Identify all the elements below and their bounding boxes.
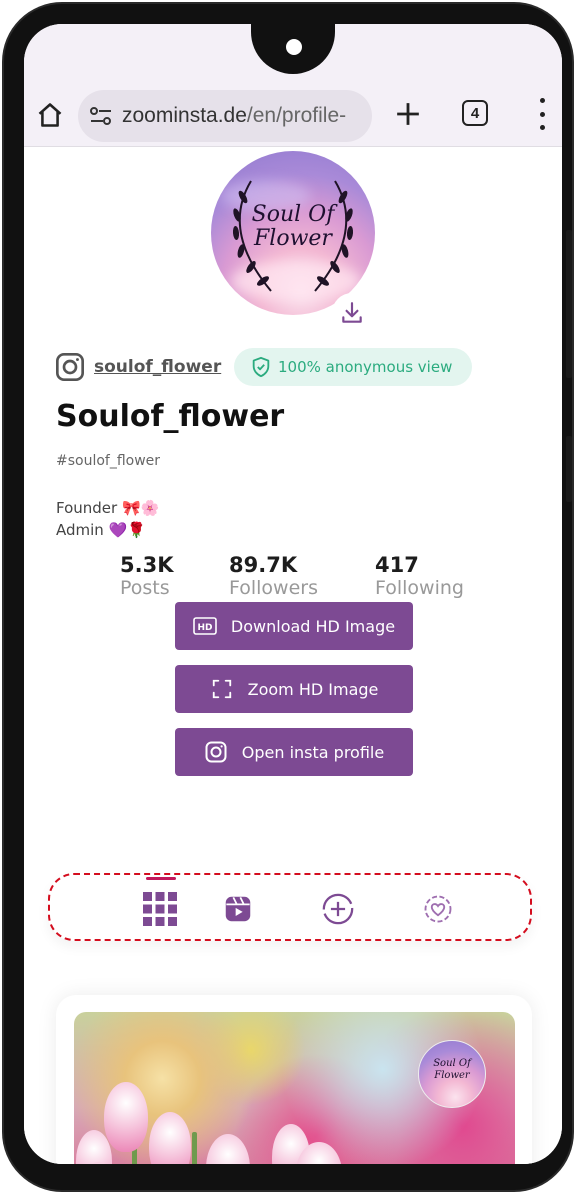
anonymous-view-text: 100% anonymous view	[278, 358, 453, 376]
page-content: Soul Of Flower soulof_flower 100% anonym…	[24, 147, 562, 1164]
tab-tagged[interactable]	[420, 891, 456, 927]
plus-icon	[397, 103, 419, 125]
avatar-logo-text: Soul Of Flower	[251, 202, 335, 251]
download-hd-image-button[interactable]: HD Download HD Image	[175, 602, 413, 650]
address-bar[interactable]: zoominsta.de/en/profile-	[78, 90, 372, 142]
username-row: soulof_flower	[54, 347, 221, 387]
tab-add[interactable]	[320, 891, 356, 927]
tab-posts-grid[interactable]	[142, 891, 178, 927]
browser-toolbar: zoominsta.de/en/profile- 4	[24, 84, 562, 147]
reels-icon	[225, 896, 251, 922]
stat-followers-value: 89.7K	[229, 553, 298, 577]
bio-line-1: Founder 🎀🌸	[56, 499, 160, 517]
url-domain: zoominsta.de	[122, 104, 247, 127]
post-author-avatar[interactable]: Soul Of Flower	[418, 1040, 486, 1108]
add-circle-icon	[322, 893, 354, 925]
profile-hashtag: #soulof_flower	[56, 453, 161, 469]
instagram-icon	[205, 741, 227, 763]
post-avatar-logo-text: Soul Of Flower	[433, 1058, 471, 1081]
zoom-hd-image-label: Zoom HD Image	[247, 679, 379, 699]
more-menu-icon[interactable]	[532, 98, 552, 130]
download-icon	[342, 302, 362, 323]
expand-icon	[212, 679, 231, 699]
zoom-hd-image-button[interactable]: Zoom HD Image	[175, 665, 413, 713]
home-icon	[38, 103, 62, 127]
profile-display-name: Soulof_flower	[56, 399, 285, 434]
url-text[interactable]: zoominsta.de/en/profile-	[122, 104, 372, 128]
tab-switcher-button[interactable]: 4	[462, 100, 488, 126]
stat-following-label: Following	[375, 577, 464, 599]
stat-posts-label: Posts	[120, 577, 170, 599]
instagram-icon	[56, 353, 84, 381]
svg-text:HD: HD	[197, 623, 212, 633]
avatar-download-button[interactable]	[332, 293, 372, 333]
screen: zoominsta.de/en/profile- 4 Soul Of Flowe…	[24, 24, 562, 1164]
tab-reels[interactable]	[220, 891, 256, 927]
stat-followers: 89.7K Followers	[229, 553, 318, 599]
download-hd-image-label: Download HD Image	[230, 616, 396, 636]
stat-following-value: 417	[375, 553, 419, 577]
open-insta-profile-button[interactable]: Open insta profile	[175, 728, 413, 776]
site-settings-icon[interactable]	[88, 103, 114, 129]
profile-avatar[interactable]: Soul Of Flower	[211, 151, 375, 315]
content-tab-bar	[48, 873, 532, 941]
profile-stats: 5.3K Posts 89.7K Followers 417 Following	[120, 553, 480, 603]
bio-line-2: Admin 💜🌹	[56, 521, 146, 539]
active-tab-indicator	[146, 877, 176, 880]
url-path: /en/profile-	[246, 104, 347, 127]
shield-check-icon	[252, 356, 270, 378]
phone-frame: zoominsta.de/en/profile- 4 Soul Of Flowe…	[4, 4, 572, 1190]
hd-icon: HD	[193, 617, 217, 635]
front-camera	[283, 36, 305, 58]
heart-circle-icon	[424, 895, 452, 923]
stat-posts-value: 5.3K	[120, 553, 174, 577]
anonymous-view-badge: 100% anonymous view	[234, 348, 472, 386]
stat-following: 417 Following	[375, 553, 464, 599]
volume-button	[566, 230, 572, 378]
stat-posts: 5.3K Posts	[120, 553, 173, 599]
home-button[interactable]	[30, 94, 70, 136]
new-tab-button[interactable]	[390, 96, 426, 132]
open-insta-profile-label: Open insta profile	[241, 742, 385, 762]
grid-icon	[143, 892, 177, 926]
stat-followers-label: Followers	[229, 577, 318, 599]
power-button	[566, 436, 572, 502]
profile-bio: Founder 🎀🌸 Admin 💜🌹	[56, 497, 159, 541]
username-link[interactable]: soulof_flower	[94, 357, 221, 377]
